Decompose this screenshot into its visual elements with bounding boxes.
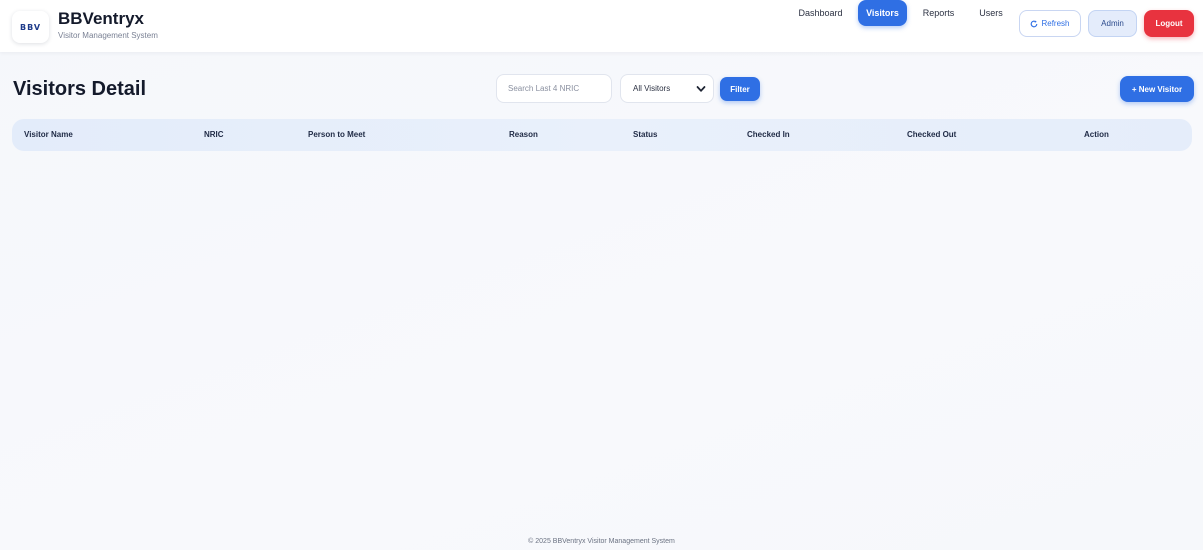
column-header-nric[interactable]: NRIC	[204, 119, 224, 151]
column-header-checked-out[interactable]: Checked Out	[907, 119, 956, 151]
refresh-icon	[1031, 19, 1038, 27]
nric-search-input[interactable]	[496, 74, 612, 103]
brand-title: BBVentryx	[58, 9, 144, 28]
visitors-table-header: Visitor Name NRIC Person to Meet Reason …	[12, 119, 1192, 151]
logout-button[interactable]: Logout	[1144, 10, 1194, 37]
new-visitor-button[interactable]: + New Visitor	[1120, 76, 1194, 102]
column-header-person-to-meet[interactable]: Person to Meet	[308, 119, 365, 151]
column-header-reason[interactable]: Reason	[509, 119, 538, 151]
brand-subtitle: Visitor Management System	[58, 31, 158, 40]
nav-visitors[interactable]: Visitors	[858, 0, 907, 26]
brand-logo[interactable]: BBV	[12, 11, 49, 43]
footer-copyright: © 2025 BBVentryx Visitor Management Syst…	[528, 538, 675, 545]
refresh-button[interactable]: Refresh	[1019, 10, 1081, 37]
refresh-label: Refresh	[1041, 19, 1070, 28]
top-navbar: BBV BBVentryx Visitor Management System …	[0, 0, 1203, 52]
visitor-filter-value: All Visitors	[633, 84, 671, 93]
logo-text: BBV	[19, 22, 42, 32]
column-header-status[interactable]: Status	[633, 119, 657, 151]
column-header-action[interactable]: Action	[1084, 119, 1109, 151]
visitor-filter-select[interactable]: All Visitors	[620, 74, 714, 103]
nav-users[interactable]: Users	[973, 0, 1009, 26]
filter-button[interactable]: Filter	[720, 77, 760, 101]
chevron-down-icon	[696, 86, 706, 92]
admin-button[interactable]: Admin	[1088, 10, 1137, 37]
column-header-checked-in[interactable]: Checked In	[747, 119, 790, 151]
nav-dashboard[interactable]: Dashboard	[792, 0, 849, 26]
column-header-visitor-name[interactable]: Visitor Name	[24, 119, 73, 151]
page-title: Visitors Detail	[13, 78, 147, 100]
nav-reports[interactable]: Reports	[917, 0, 960, 26]
